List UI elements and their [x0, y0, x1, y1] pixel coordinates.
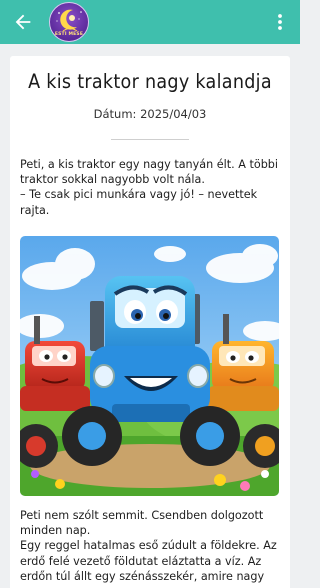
divider — [111, 139, 189, 140]
logo-text: ESTI MESE — [54, 32, 84, 37]
story-date: Dátum: 2025/04/03 — [93, 107, 207, 121]
more-options-button[interactable] — [268, 10, 292, 34]
story-illustration — [20, 236, 279, 496]
text-line: erdőn túl állt egy szénásszekér, amire n… — [20, 569, 265, 583]
text-line: rajta. — [20, 203, 50, 217]
text-line: Egy reggel hatalmas eső zúdult a földekr… — [20, 539, 277, 553]
back-button[interactable] — [10, 9, 36, 35]
text-line: erdő felé vezető földutat eláztatta a ví… — [20, 554, 262, 568]
more-vertical-icon — [278, 14, 282, 30]
text-line: Peti nem szólt semmit. Csendben dolgozot… — [20, 509, 264, 522]
app-logo[interactable]: ESTI MESE — [49, 2, 89, 42]
arrow-left-icon — [15, 14, 31, 30]
app-bar: ESTI MESE — [0, 0, 300, 44]
text-line: – Te csak pici munkára vagy jó! – nevett… — [20, 188, 258, 202]
text-line: traktor sokkal nagyobb volt nála. — [20, 173, 205, 187]
tractors-illustration-icon — [20, 236, 279, 496]
story-card: A kis traktor nagy kalandja Dátum: 2025/… — [10, 56, 290, 588]
text-line: Peti, a kis traktor egy nagy tanyán élt.… — [20, 158, 279, 171]
story-paragraph-1: Peti, a kis traktor egy nagy tanyán élt.… — [20, 157, 282, 218]
story-title: A kis traktor nagy kalandja — [28, 70, 272, 93]
text-line: minden nap. — [20, 524, 91, 538]
story-paragraph-2: Peti nem szólt semmit. Csendben dolgozot… — [20, 508, 282, 584]
